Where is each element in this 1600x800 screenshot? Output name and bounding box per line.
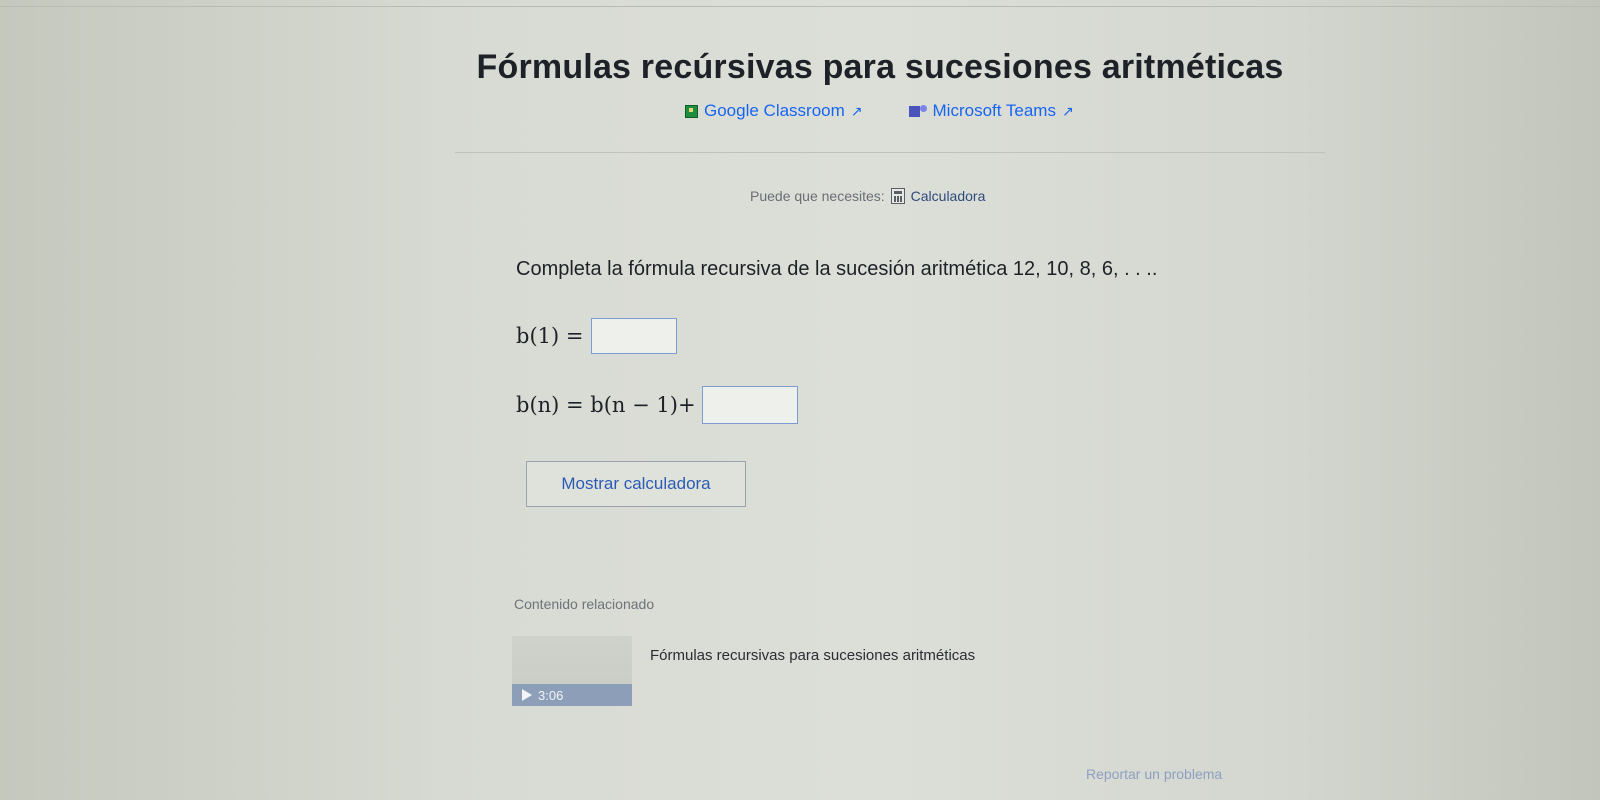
tools-prefix: Puede que necesites: xyxy=(750,188,885,204)
formula-initial-lhs: b(1) = xyxy=(516,324,584,348)
page: Fórmulas recúrsivas para sucesiones arit… xyxy=(0,0,1600,800)
show-calculator-button[interactable]: Mostrar calculadora xyxy=(526,461,746,507)
tools-needed: Puede que necesites: Calculadora xyxy=(750,188,985,204)
external-link-icon: ↗ xyxy=(1061,102,1074,119)
video-duration-badge[interactable]: 3:06 xyxy=(512,684,632,706)
top-divider xyxy=(0,6,1600,7)
formula-line-initial: b(1) = xyxy=(516,318,678,354)
microsoft-teams-label: Microsoft Teams xyxy=(932,101,1056,120)
exercise-prompt: Completa la fórmula recursiva de la suce… xyxy=(516,258,1158,280)
video-duration: 3:06 xyxy=(538,687,564,703)
report-problem-link[interactable]: Reportar un problema xyxy=(1086,766,1222,782)
google-classroom-icon xyxy=(685,104,698,118)
related-content-heading: Contenido relacionado xyxy=(514,596,655,612)
external-link-icon: ↗ xyxy=(850,102,863,119)
common-difference-input[interactable] xyxy=(701,386,798,424)
calculator-link[interactable]: Calculadora xyxy=(911,188,986,204)
share-row: Google Classroom ↗ Microsoft Teams ↗ xyxy=(685,101,1074,121)
play-icon xyxy=(522,689,532,701)
formula-line-recursive: b(n) = b(n − 1)+ xyxy=(516,386,798,424)
google-classroom-label: Google Classroom xyxy=(704,101,845,120)
initial-term-input[interactable] xyxy=(591,318,678,354)
section-divider xyxy=(455,152,1325,153)
microsoft-teams-icon xyxy=(908,104,927,118)
page-title: Fórmulas recúrsivas para sucesiones arit… xyxy=(476,48,1284,86)
related-video-title[interactable]: Fórmulas recursivas para sucesiones arit… xyxy=(650,647,975,664)
google-classroom-link[interactable]: Google Classroom ↗ xyxy=(685,101,863,121)
formula-recursive-lhs: b(n) = b(n − 1)+ xyxy=(516,393,696,417)
microsoft-teams-link[interactable]: Microsoft Teams ↗ xyxy=(908,101,1074,121)
calculator-icon xyxy=(890,188,905,204)
